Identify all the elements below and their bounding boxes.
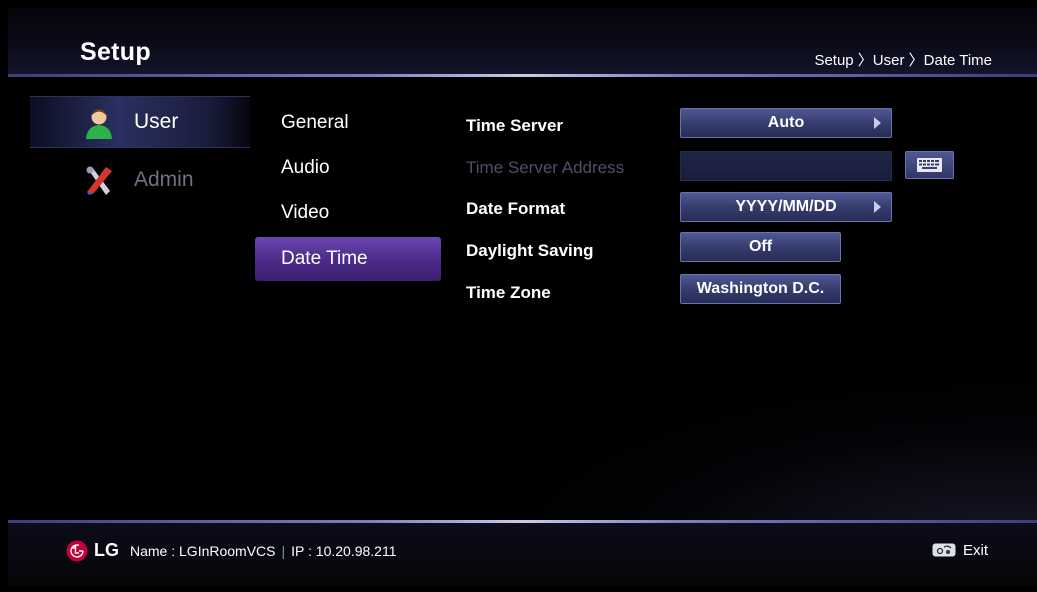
daylight-saving-value: Off: [748, 238, 773, 255]
page-title: Setup: [80, 38, 151, 66]
separator: |: [281, 543, 286, 559]
breadcrumb: Setup 〉User 〉Date Time: [814, 52, 992, 69]
category-user[interactable]: User: [30, 96, 250, 148]
time-server-value: Auto: [767, 114, 805, 131]
time-server-label: Time Server: [466, 116, 564, 135]
brand-text: LG: [94, 540, 119, 560]
device-name: Name : LGInRoomVCS: [130, 543, 276, 559]
time-server-address-field: [680, 151, 892, 181]
category-label: Admin: [134, 168, 194, 191]
time-server-select[interactable]: Auto: [680, 108, 892, 138]
device-ip: IP : 10.20.98.211: [291, 543, 397, 559]
submenu-video[interactable]: Video: [255, 191, 441, 235]
daylight-saving-label: Daylight Saving: [466, 241, 594, 260]
exit-button[interactable]: Exit: [963, 542, 988, 559]
submenu-general[interactable]: General: [255, 101, 441, 145]
keyboard-icon: [917, 158, 942, 172]
time-zone-button[interactable]: Washington D.C.: [680, 274, 841, 304]
user-icon: [84, 108, 114, 140]
exit-key-icon: [932, 543, 956, 557]
category-admin[interactable]: Admin: [30, 154, 250, 206]
submenu-label: Audio: [281, 157, 330, 178]
keyboard-button[interactable]: [905, 151, 954, 179]
submenu-date-time[interactable]: Date Time: [255, 237, 441, 281]
date-format-select[interactable]: YYYY/MM/DD: [680, 192, 892, 222]
time-server-address-label: Time Server Address: [466, 158, 625, 177]
setup-screen: Setup Setup 〉User 〉Date Time User Admin …: [8, 8, 1037, 586]
header-divider: [8, 74, 1037, 77]
time-zone-label: Time Zone: [466, 283, 551, 302]
submenu-audio[interactable]: Audio: [255, 146, 441, 190]
submenu-label: Video: [281, 202, 330, 223]
lg-logo-icon: [66, 540, 88, 562]
arrow-right-icon: [874, 117, 881, 129]
header-bar: Setup Setup 〉User 〉Date Time: [8, 8, 1037, 76]
date-format-value: YYYY/MM/DD: [735, 198, 837, 215]
date-format-label: Date Format: [466, 199, 566, 218]
submenu-label: Date Time: [281, 248, 368, 269]
category-label: User: [134, 110, 179, 133]
time-zone-value: Washington D.C.: [696, 280, 825, 297]
submenu-label: General: [281, 112, 349, 133]
tools-icon: [84, 165, 114, 197]
daylight-saving-button[interactable]: Off: [680, 232, 841, 262]
device-info: Name : LGInRoomVCS | IP : 10.20.98.211: [130, 543, 397, 559]
arrow-right-icon: [874, 201, 881, 213]
